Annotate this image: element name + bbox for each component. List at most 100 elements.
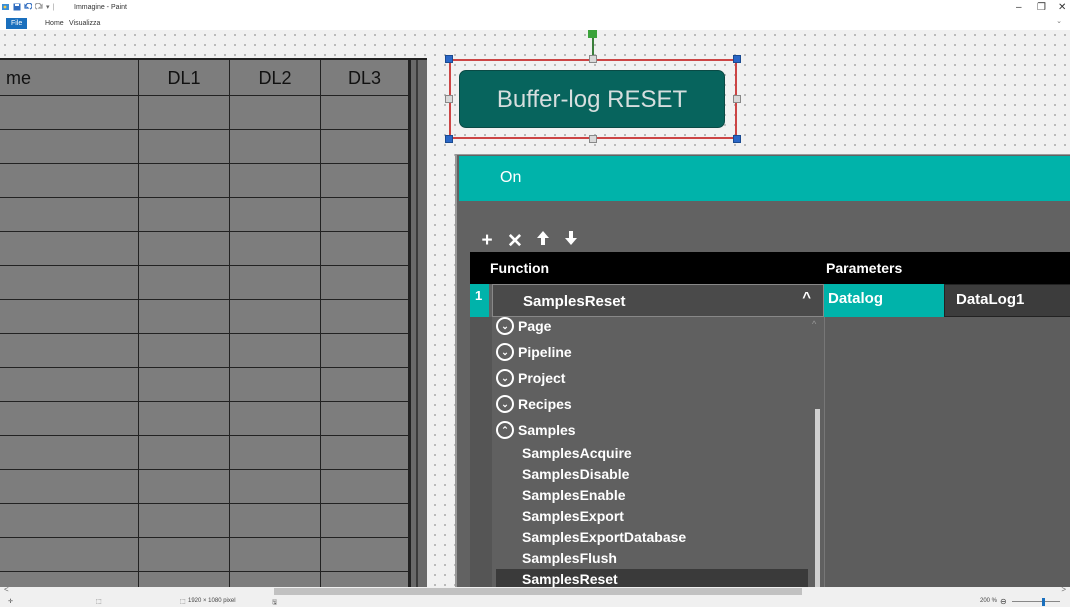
dropdown-scrollbar-thumb[interactable]: [815, 409, 820, 587]
dropdown-item[interactable]: SamplesDisable: [522, 464, 629, 485]
zoom-slider-track[interactable]: [1012, 601, 1060, 602]
dropdown-group-label: Recipes: [518, 396, 572, 412]
scroll-left-icon[interactable]: <: [4, 585, 9, 594]
rotation-handle[interactable]: [588, 30, 597, 38]
zoom-slider-thumb[interactable]: [1042, 598, 1045, 606]
dropdown-item[interactable]: SamplesFlush: [522, 548, 617, 569]
table-cell: [0, 402, 139, 436]
file-size-icon: 🖫: [272, 600, 278, 606]
ribbon-expand-icon[interactable]: ⌄: [1056, 17, 1062, 25]
table-cell: [230, 368, 321, 402]
scroll-right-icon[interactable]: >: [1061, 585, 1066, 594]
resize-handle-bottom[interactable]: [589, 135, 597, 143]
customize-toolbar-icon[interactable]: ▾: [46, 3, 50, 11]
status-bar: ✛ ⬚ ⬚ 1920 × 1080 pixel 🖫 200 % ⊖: [0, 596, 1070, 607]
tab-file[interactable]: File: [6, 18, 28, 29]
dropdown-group-pipeline[interactable]: ⌄ Pipeline: [496, 341, 572, 363]
table-cell: [230, 402, 321, 436]
dropdown-item[interactable]: SamplesReset: [496, 569, 808, 587]
table-cell: [0, 300, 139, 334]
table-row: [0, 198, 409, 232]
resize-handle-left[interactable]: [445, 95, 453, 103]
table-cell: [0, 334, 139, 368]
dropdown-item[interactable]: SamplesEnable: [522, 485, 626, 506]
table-vertical-frame: [409, 60, 427, 587]
maximize-button[interactable]: ❐: [1037, 2, 1046, 13]
table-row: [0, 538, 409, 572]
redo-icon[interactable]: [35, 3, 43, 11]
expand-circle-icon[interactable]: ⌄: [496, 395, 514, 413]
resize-handle-top-left[interactable]: [445, 55, 453, 63]
minimize-button[interactable]: –: [1016, 2, 1022, 13]
dropdown-group-recipes[interactable]: ⌄ Recipes: [496, 393, 572, 415]
expand-circle-icon[interactable]: ⌄: [496, 343, 514, 361]
table-cell: [321, 334, 409, 368]
scrollbar-thumb[interactable]: [274, 588, 802, 595]
table-cell: [0, 198, 139, 232]
dialog-header: On: [459, 156, 1070, 201]
dialog-title: On: [500, 169, 522, 186]
dropdown-item[interactable]: SamplesAcquire: [522, 443, 632, 464]
table-cell: [321, 198, 409, 232]
window-title: Immagine - Paint: [74, 4, 127, 11]
dropdown-group-project[interactable]: ⌄ Project: [496, 367, 565, 389]
horizontal-scrollbar[interactable]: < >: [0, 585, 1070, 596]
table-cell: [230, 130, 321, 164]
buffer-log-reset-button[interactable]: Buffer-log RESET: [459, 70, 725, 128]
parameter-value-field[interactable]: DataLog1: [944, 284, 1070, 317]
resize-handle-top[interactable]: [589, 55, 597, 63]
table-cell: [230, 164, 321, 198]
image-size-icon: ⬚: [180, 599, 186, 605]
move-down-icon[interactable]: [562, 230, 580, 253]
expand-circle-icon[interactable]: ⌄: [496, 317, 514, 335]
dropdown-group-label: Pipeline: [518, 344, 572, 360]
expand-circle-icon[interactable]: ⌄: [496, 369, 514, 387]
table-cell: [230, 96, 321, 130]
save-icon[interactable]: [13, 3, 21, 11]
dropdown-group-page[interactable]: ⌄ Page: [496, 317, 551, 337]
table-cell: [321, 266, 409, 300]
dropdown-group-samples[interactable]: ⌃ Samples: [496, 419, 576, 441]
table-cell: [321, 300, 409, 334]
function-dropdown-list[interactable]: ⌄ Page ⌄ Pipeline ⌄ Project ⌄ Recipes ⌃ Samples Sa…: [492, 317, 824, 587]
dropdown-item[interactable]: SamplesExportDatabase: [522, 527, 686, 548]
table-row: [0, 470, 409, 504]
delete-icon[interactable]: ✕: [506, 230, 524, 253]
table-cell: [139, 402, 230, 436]
zoom-out-icon[interactable]: ⊖: [1000, 597, 1007, 606]
add-icon[interactable]: +: [478, 230, 496, 253]
zoom-level: 200 %: [980, 598, 998, 604]
data-table: me DL1 DL2 DL3: [0, 58, 427, 587]
table-cell: [0, 130, 139, 164]
resize-handle-bottom-left[interactable]: [445, 135, 453, 143]
undo-icon[interactable]: [24, 3, 32, 11]
close-button[interactable]: ✕: [1058, 2, 1066, 13]
quick-access-toolbar: ▾ |: [2, 3, 54, 11]
tab-visualizza[interactable]: Visualizza: [64, 18, 105, 29]
table-cell: [321, 402, 409, 436]
table-cell: [230, 504, 321, 538]
dropdown-group-label: Page: [518, 318, 552, 334]
table-cell: [321, 470, 409, 504]
table-cell: [321, 572, 409, 587]
collapse-circle-icon[interactable]: ⌃: [496, 421, 514, 439]
resize-handle-right[interactable]: [733, 95, 741, 103]
row-index[interactable]: 1: [470, 284, 489, 317]
resize-handle-top-right[interactable]: [733, 55, 741, 63]
paint-canvas[interactable]: me DL1 DL2 DL3 Buffer-log RESET On + ✕ Func…: [0, 30, 1070, 587]
table-cell: [0, 164, 139, 198]
function-select[interactable]: SamplesReset ^: [492, 284, 824, 317]
table-cell: [0, 470, 139, 504]
paint-app-icon: [2, 4, 9, 10]
move-up-icon[interactable]: [534, 230, 552, 253]
dropdown-item[interactable]: SamplesExport: [522, 506, 624, 527]
table-cell: [230, 300, 321, 334]
resize-handle-bottom-right[interactable]: [733, 135, 741, 143]
dropdown-group-label: Project: [518, 370, 566, 386]
scroll-up-icon[interactable]: ^: [812, 319, 816, 329]
title-separator: |: [52, 3, 55, 11]
parameters-area: [824, 317, 1070, 587]
chevron-up-icon[interactable]: ^: [802, 289, 811, 306]
selection-size-icon: ⬚: [96, 599, 102, 605]
table-cell: [139, 470, 230, 504]
